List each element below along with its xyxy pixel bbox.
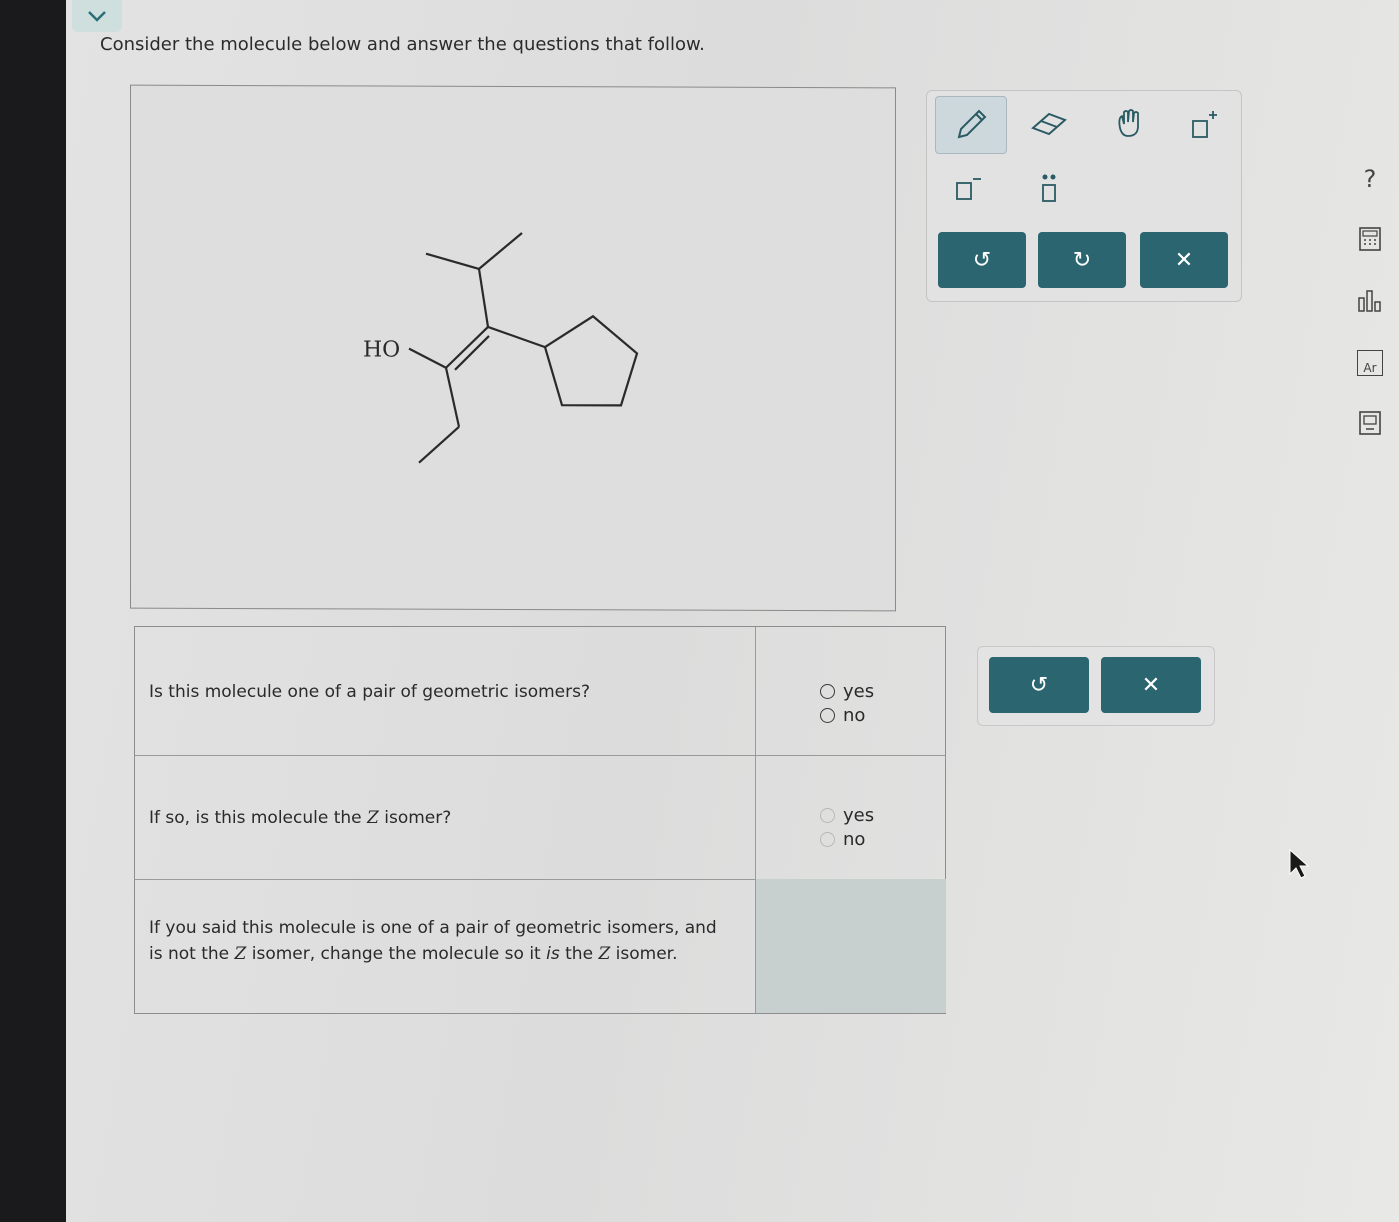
answer-cell-1: yes no (755, 627, 946, 755)
close-icon: ✕ (1174, 247, 1194, 273)
mouse-cursor-icon (1289, 848, 1310, 879)
answer-toolbar: ↺ ✕ (977, 646, 1215, 726)
redo-button[interactable]: ↻ (1038, 232, 1126, 288)
radio-no-2[interactable] (820, 832, 835, 847)
periodic-table-button[interactable]: Ar (1352, 346, 1388, 380)
chart-button[interactable] (1352, 284, 1388, 318)
periodic-table-icon: Ar (1357, 350, 1383, 376)
redo-icon: ↻ (1072, 247, 1092, 273)
answer-undo-button[interactable]: ↺ (989, 657, 1089, 713)
question-row-2: If so, is this molecule the Z isomer? ye… (135, 755, 945, 880)
pencil-tool[interactable] (935, 96, 1007, 154)
calculator-icon (1359, 227, 1381, 251)
hand-tool[interactable] (1107, 101, 1151, 145)
question-row-3: If you said this molecule is one of a pa… (135, 879, 946, 1013)
clear-button[interactable]: ✕ (1140, 232, 1228, 288)
pencil-icon (957, 109, 987, 139)
drawing-toolbar: ↺ ↻ ✕ (926, 90, 1242, 302)
charge-plus-tool[interactable] (1183, 103, 1227, 147)
calculator-button[interactable] (1352, 222, 1388, 256)
chart-icon (1358, 290, 1381, 312)
lone-pair-icon (1042, 174, 1056, 202)
eraser-tool[interactable] (1027, 101, 1071, 145)
question-text-3: If you said this molecule is one of a pa… (149, 918, 717, 964)
charge-minus-tool[interactable] (947, 167, 991, 211)
eraser-icon (1031, 112, 1067, 136)
lone-pair-tool[interactable] (1027, 167, 1071, 211)
radio-yes-2[interactable] (820, 808, 835, 823)
option-no-2[interactable]: no (820, 829, 865, 850)
question-prompt: Consider the molecule below and answer t… (100, 34, 705, 55)
undo-button[interactable]: ↺ (938, 232, 1026, 288)
radio-no-1[interactable] (820, 708, 835, 723)
help-button[interactable]: ? (1352, 162, 1388, 196)
charge-plus-icon (1192, 111, 1217, 138)
option-no-1[interactable]: no (820, 705, 865, 726)
option-yes-2[interactable]: yes (820, 805, 874, 826)
ebook-button[interactable] (1352, 406, 1388, 440)
answer-cell-3 (755, 879, 946, 1013)
hand-icon (1118, 109, 1139, 137)
question-text-2: If so, is this molecule the Z isomer? (149, 808, 452, 828)
answer-clear-button[interactable]: ✕ (1101, 657, 1201, 713)
chevron-down-icon (88, 11, 106, 22)
molecule-canvas[interactable]: HO (130, 84, 896, 612)
ho-label: HO (363, 337, 400, 362)
undo-icon: ↺ (1029, 672, 1049, 698)
option-yes-1[interactable]: yes (820, 681, 874, 702)
question-table: Is this molecule one of a pair of geomet… (134, 626, 946, 1014)
radio-yes-1[interactable] (820, 684, 835, 699)
molecule-structure: HO (363, 232, 639, 464)
close-icon: ✕ (1141, 672, 1161, 698)
charge-minus-icon (956, 178, 981, 200)
answer-cell-2: yes no (755, 755, 946, 879)
question-row-1: Is this molecule one of a pair of geomet… (135, 627, 945, 756)
undo-icon: ↺ (972, 247, 992, 273)
ebook-icon (1359, 411, 1381, 435)
help-icon: ? (1363, 165, 1377, 193)
collapse-button[interactable] (72, 0, 122, 32)
question-text-1: Is this molecule one of a pair of geomet… (149, 682, 590, 702)
